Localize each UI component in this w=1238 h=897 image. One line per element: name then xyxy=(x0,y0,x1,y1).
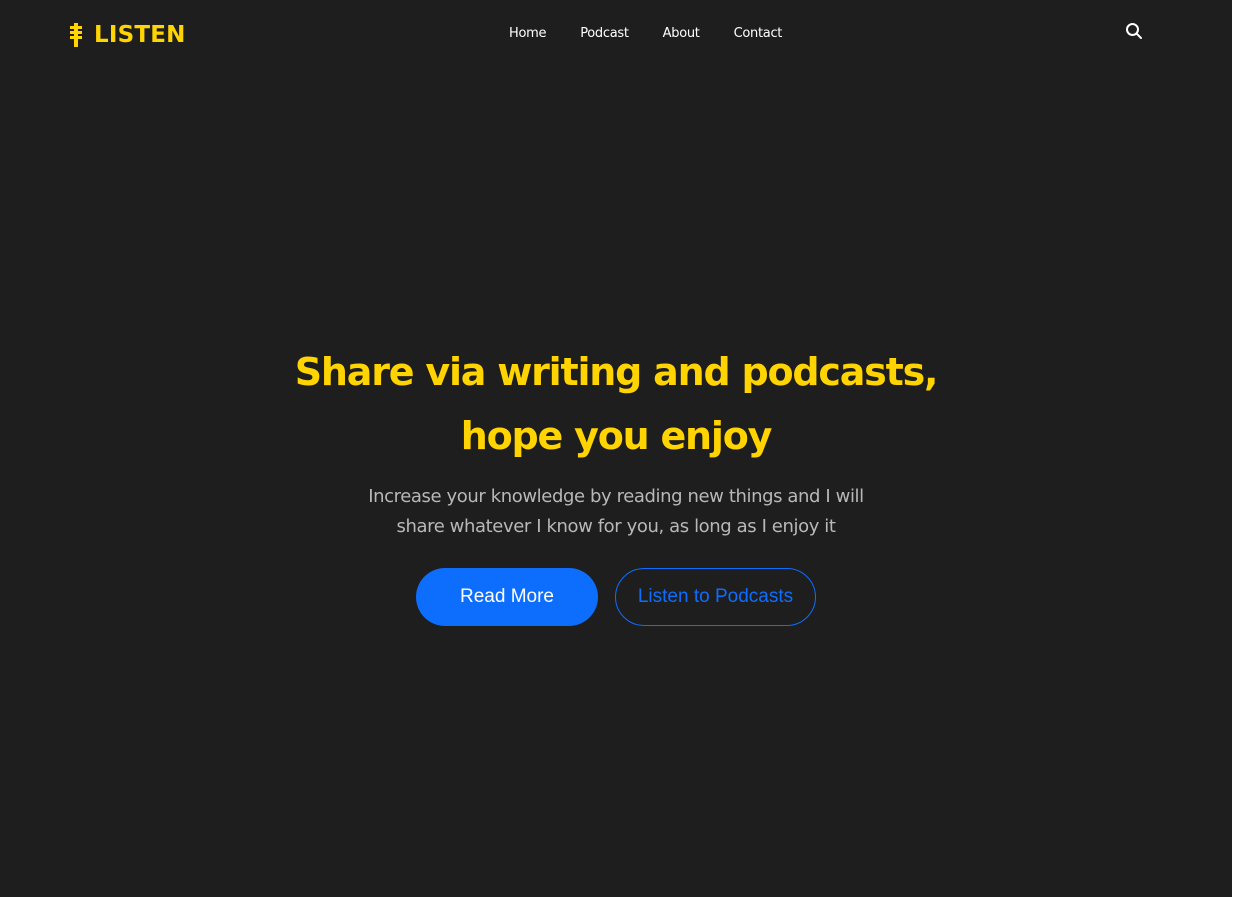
brand-logo-link[interactable]: LISTEN xyxy=(69,22,186,48)
hero-title-line-1: Share via writing and podcasts, xyxy=(294,350,939,394)
hero-title-line-2: hope you enjoy xyxy=(460,414,773,458)
hero-subtitle: Increase your knowledge by reading new t… xyxy=(306,482,926,542)
listen-to-podcasts-button[interactable]: Listen to Podcasts xyxy=(615,568,816,626)
navbar: LISTEN Home Podcast About Contact xyxy=(0,0,1232,70)
microphone-icon xyxy=(70,23,82,47)
hero-actions: Read More Listen to Podcasts xyxy=(0,568,1232,626)
hero-section: Share via writing and podcasts, hope you… xyxy=(0,340,1232,626)
nav-item-about: About xyxy=(663,24,700,44)
hero-subtitle-line-2: share whatever I know for you, as long a… xyxy=(396,516,836,537)
nav-link-contact[interactable]: Contact xyxy=(734,26,783,41)
hero-title: Share via writing and podcasts, hope you… xyxy=(216,340,1016,468)
nav-link-home[interactable]: Home xyxy=(509,26,547,41)
nav-item-home: Home xyxy=(509,24,547,44)
nav-links: Home Podcast About Contact xyxy=(509,24,782,44)
page: LISTEN Home Podcast About Contact Share … xyxy=(0,0,1232,897)
nav-item-contact: Contact xyxy=(734,24,783,44)
read-more-button[interactable]: Read More xyxy=(416,568,598,626)
nav-link-about[interactable]: About xyxy=(663,26,700,41)
search-icon xyxy=(1126,23,1142,39)
search-button[interactable] xyxy=(1124,22,1144,42)
brand-name: LISTEN xyxy=(94,22,186,48)
hero-subtitle-line-1: Increase your knowledge by reading new t… xyxy=(368,486,864,507)
nav-item-podcast: Podcast xyxy=(580,24,629,44)
nav-link-podcast[interactable]: Podcast xyxy=(580,26,629,41)
